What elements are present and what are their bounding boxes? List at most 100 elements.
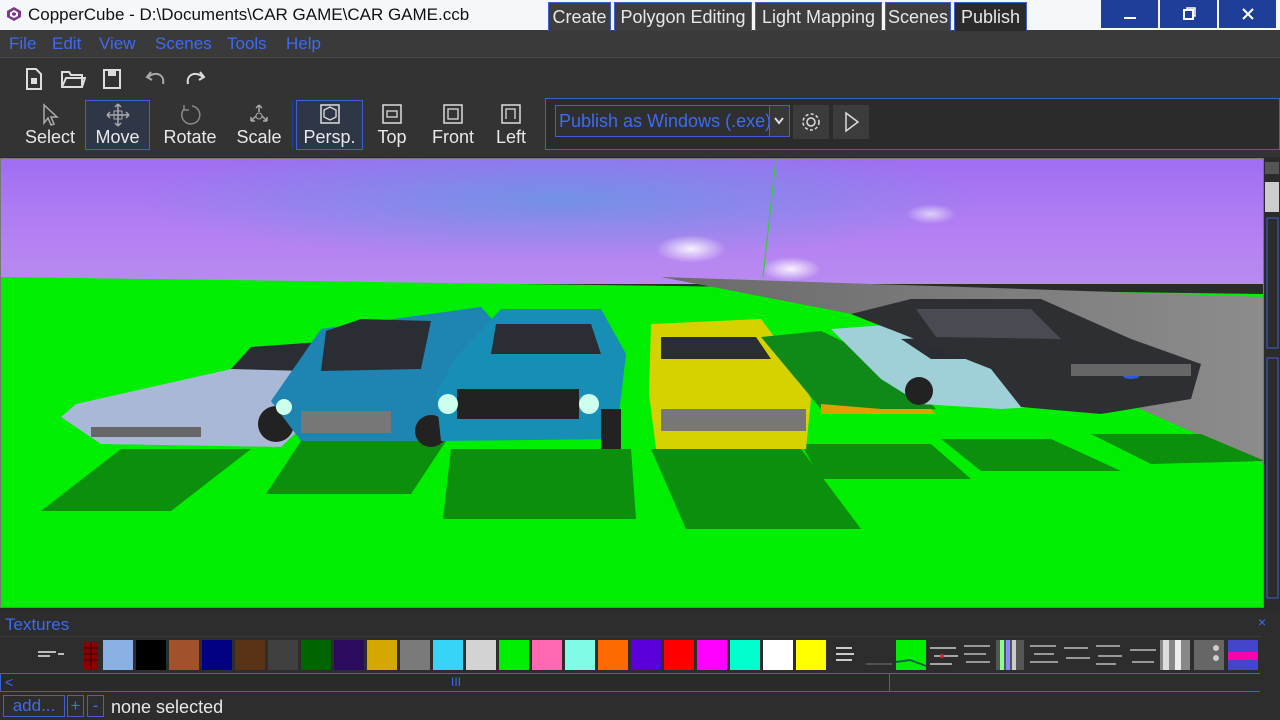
new-file-button[interactable] xyxy=(19,64,49,94)
texture-swatch[interactable] xyxy=(334,640,364,670)
texture-swatch[interactable] xyxy=(103,640,133,670)
side-panel-edge xyxy=(1265,162,1279,599)
save-file-button[interactable] xyxy=(97,64,127,94)
scroll-left-button[interactable]: < xyxy=(5,674,13,690)
new-file-icon xyxy=(26,68,42,90)
publish-run-button[interactable] xyxy=(833,105,869,139)
menu-tools[interactable]: Tools xyxy=(227,34,267,54)
rotate-tool-label: Rotate xyxy=(163,127,217,147)
front-view-label: Front xyxy=(431,127,474,147)
menu-scenes[interactable]: Scenes xyxy=(155,34,212,54)
menu-help[interactable]: Help xyxy=(286,34,321,54)
close-icon xyxy=(1241,8,1254,20)
scale-icon xyxy=(250,104,268,122)
menu-view[interactable]: View xyxy=(99,34,136,54)
window-title: CopperCube - D:\Documents\CAR GAME\CAR G… xyxy=(28,5,470,24)
texture-swatch[interactable] xyxy=(730,640,760,670)
texture-swatch[interactable] xyxy=(499,640,529,670)
redo-button[interactable] xyxy=(180,64,210,94)
close-window-button[interactable] xyxy=(1219,0,1276,28)
move-arrows-icon xyxy=(105,103,130,127)
texture-swatch[interactable] xyxy=(763,640,793,670)
select-tool-label: Select xyxy=(24,127,76,147)
menu-file[interactable]: File xyxy=(9,34,36,54)
perspective-view-label: Persp. xyxy=(303,127,356,147)
texture-swatch[interactable] xyxy=(367,640,397,670)
publish-target-select[interactable]: Publish as Windows (.exe) xyxy=(555,105,790,137)
gear-icon xyxy=(802,113,820,131)
perspective-view-button[interactable]: Persp. xyxy=(296,100,363,150)
selection-status: none selected xyxy=(111,697,224,717)
menu-bar: File Edit View Scenes Tools Help xyxy=(0,30,1280,58)
play-icon xyxy=(845,111,860,133)
perspective-cube-icon xyxy=(319,104,340,124)
cursor-arrow-icon xyxy=(43,103,59,126)
texture-swatch[interactable] xyxy=(202,640,232,670)
chevron-down-icon xyxy=(774,117,784,125)
texture-thumbs-decor[interactable] xyxy=(830,640,1264,670)
rotate-tool-button[interactable]: Rotate xyxy=(154,100,226,150)
move-tool-button[interactable]: Move xyxy=(85,100,150,150)
maximize-button[interactable] xyxy=(1160,0,1217,28)
minus-button[interactable]: - xyxy=(87,695,104,717)
menu-edit[interactable]: Edit xyxy=(52,34,81,54)
undo-button[interactable] xyxy=(141,64,171,94)
texture-swatch[interactable] xyxy=(664,640,694,670)
top-view-label: Top xyxy=(377,127,407,147)
scale-tool-button[interactable]: Scale xyxy=(229,100,289,150)
minimize-icon xyxy=(1123,17,1136,19)
texture-swatch[interactable] xyxy=(565,640,595,670)
texture-swatch[interactable] xyxy=(598,640,628,670)
scale-tool-label: Scale xyxy=(236,127,282,147)
texture-swatch[interactable] xyxy=(136,640,166,670)
texture-swatch[interactable] xyxy=(169,640,199,670)
restore-icon xyxy=(1182,7,1196,20)
front-view-icon xyxy=(443,104,463,124)
3d-viewport[interactable] xyxy=(0,158,1264,608)
undo-icon xyxy=(145,71,165,85)
tab-polygon-editing[interactable]: Polygon Editing xyxy=(614,2,752,31)
tab-publish[interactable]: Publish xyxy=(954,2,1027,31)
left-view-button[interactable]: Left xyxy=(490,100,532,150)
select-tool-button[interactable]: Select xyxy=(17,100,83,150)
tab-scenes[interactable]: Scenes xyxy=(885,2,951,31)
publish-target-value: Publish as Windows (.exe) xyxy=(559,111,772,131)
textures-close-button[interactable]: × xyxy=(1258,614,1266,630)
publish-settings-button[interactable] xyxy=(793,105,829,139)
scroll-track[interactable] xyxy=(890,673,1260,692)
texture-swatch[interactable] xyxy=(796,640,826,670)
open-folder-icon xyxy=(61,71,87,88)
front-view-button[interactable]: Front xyxy=(427,100,479,150)
texture-thumb-pattern[interactable] xyxy=(36,640,100,670)
texture-swatch[interactable] xyxy=(400,640,430,670)
texture-swatch[interactable] xyxy=(301,640,331,670)
texture-swatch[interactable] xyxy=(697,640,727,670)
minimize-button[interactable] xyxy=(1101,0,1158,28)
texture-swatch[interactable] xyxy=(433,640,463,670)
tab-light-mapping[interactable]: Light Mapping xyxy=(755,2,882,31)
save-icon xyxy=(103,69,121,89)
texture-swatch[interactable] xyxy=(631,640,661,670)
texture-swatch[interactable] xyxy=(532,640,562,670)
texture-scrollbar[interactable]: < III xyxy=(0,673,890,692)
textures-title: Textures xyxy=(5,615,70,634)
side-panel-stub xyxy=(1264,158,1280,608)
tab-create[interactable]: Create xyxy=(548,2,611,31)
dropdown-button[interactable] xyxy=(769,106,789,136)
add-texture-button[interactable]: add... xyxy=(3,695,65,717)
texture-swatch[interactable] xyxy=(268,640,298,670)
open-file-button[interactable] xyxy=(58,64,88,94)
coppercube-logo-icon xyxy=(7,7,21,21)
texture-swatch[interactable] xyxy=(235,640,265,670)
top-view-button[interactable]: Top xyxy=(368,100,416,150)
left-view-label: Left xyxy=(495,127,527,147)
top-view-icon xyxy=(382,104,402,124)
toolbar-divider xyxy=(292,100,293,150)
move-tool-label: Move xyxy=(95,127,140,147)
redo-icon xyxy=(186,71,206,85)
scene-render xyxy=(1,159,1263,607)
left-view-icon xyxy=(501,104,521,124)
texture-swatch[interactable] xyxy=(466,640,496,670)
plus-button[interactable]: + xyxy=(67,695,84,717)
scroll-thumb[interactable]: III xyxy=(451,675,461,689)
